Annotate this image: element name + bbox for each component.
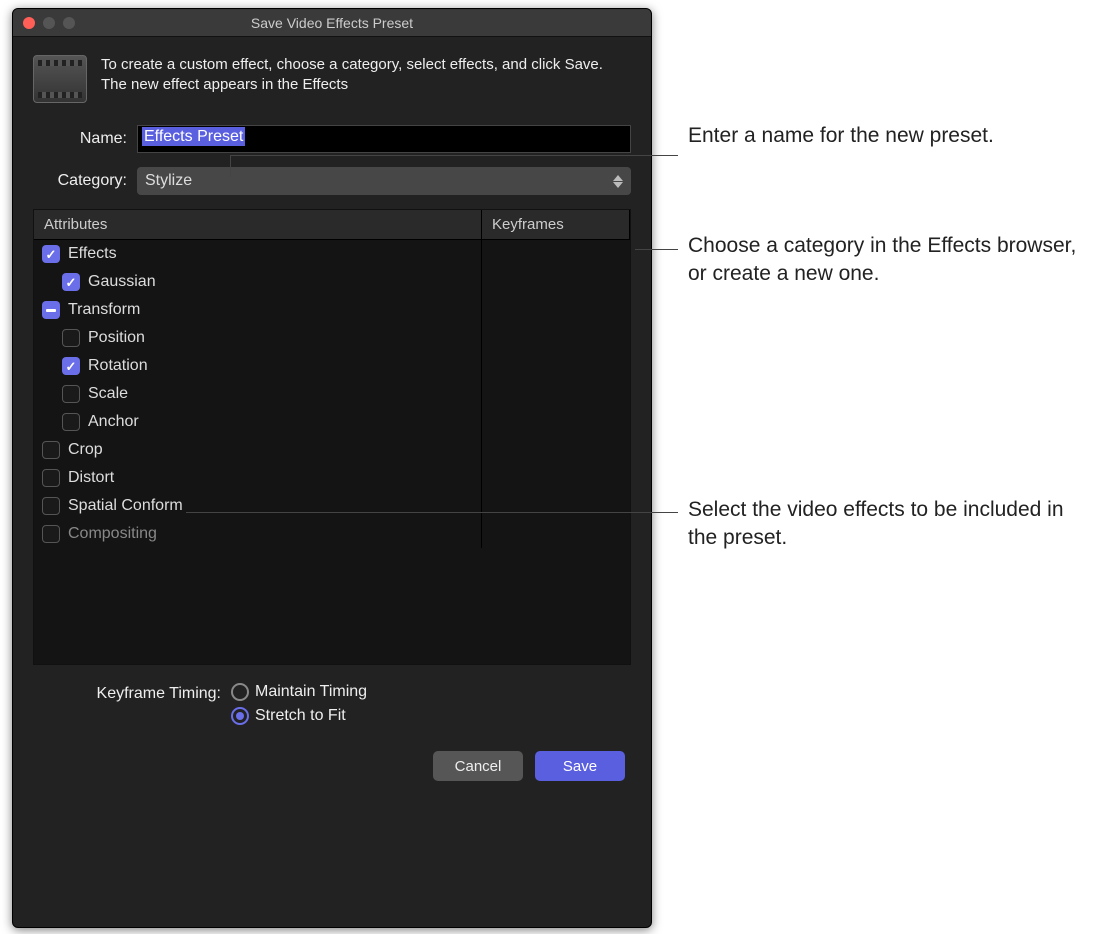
checkbox-position[interactable]	[62, 329, 80, 347]
checkbox-spatial-conform[interactable]	[42, 497, 60, 515]
attributes-table: Attributes Keyframes Effects Gaussian Tr…	[33, 209, 631, 665]
col-attributes: Attributes	[34, 210, 482, 239]
filmstrip-icon	[33, 55, 87, 103]
save-preset-dialog: Save Video Effects Preset To create a cu…	[12, 8, 652, 928]
callout-category: Choose a category in the Effects browser…	[688, 232, 1078, 289]
row-transform[interactable]: Transform	[34, 296, 482, 324]
window-controls	[13, 17, 75, 29]
name-input-value: Effects Preset	[142, 127, 245, 146]
checkbox-transform[interactable]	[42, 301, 60, 319]
dialog-title: Save Video Effects Preset	[13, 15, 651, 31]
row-gaussian[interactable]: Gaussian	[34, 268, 482, 296]
row-rotation[interactable]: Rotation	[34, 352, 482, 380]
row-anchor[interactable]: Anchor	[34, 408, 482, 436]
radio-maintain-timing[interactable]: Maintain Timing	[231, 683, 367, 701]
name-input[interactable]: Effects Preset	[137, 125, 631, 153]
keyframe-timing-label: Keyframe Timing:	[33, 683, 221, 725]
chevron-up-down-icon	[613, 175, 623, 188]
callout-line	[230, 155, 678, 156]
callout-line	[186, 512, 678, 513]
category-label: Category:	[33, 172, 137, 190]
save-button[interactable]: Save	[535, 751, 625, 781]
category-value: Stylize	[145, 172, 192, 190]
checkbox-effects[interactable]	[42, 245, 60, 263]
row-crop[interactable]: Crop	[34, 436, 482, 464]
name-label: Name:	[33, 130, 137, 148]
row-scale[interactable]: Scale	[34, 380, 482, 408]
checkbox-compositing[interactable]	[42, 525, 60, 543]
row-position[interactable]: Position	[34, 324, 482, 352]
row-spatial-conform[interactable]: Spatial Conform	[34, 492, 482, 520]
checkbox-anchor[interactable]	[62, 413, 80, 431]
intro-text: To create a custom effect, choose a cate…	[101, 55, 631, 103]
checkbox-gaussian[interactable]	[62, 273, 80, 291]
radio-icon-on	[231, 707, 249, 725]
zoom-icon	[63, 17, 75, 29]
checkbox-rotation[interactable]	[62, 357, 80, 375]
col-keyframes: Keyframes	[482, 210, 630, 239]
row-distort[interactable]: Distort	[34, 464, 482, 492]
callout-name: Enter a name for the new preset.	[688, 122, 1078, 150]
callout-select-effects: Select the video effects to be included …	[688, 496, 1078, 553]
checkbox-distort[interactable]	[42, 469, 60, 487]
minimize-icon	[43, 17, 55, 29]
radio-stretch-to-fit[interactable]: Stretch to Fit	[231, 707, 367, 725]
checkbox-crop[interactable]	[42, 441, 60, 459]
callout-line	[230, 155, 231, 177]
category-select[interactable]: Stylize	[137, 167, 631, 195]
checkbox-scale[interactable]	[62, 385, 80, 403]
titlebar: Save Video Effects Preset	[13, 9, 651, 37]
row-compositing[interactable]: Compositing	[34, 520, 482, 548]
callout-line	[635, 249, 678, 250]
radio-icon-off	[231, 683, 249, 701]
cancel-button[interactable]: Cancel	[433, 751, 523, 781]
close-icon[interactable]	[23, 17, 35, 29]
row-effects[interactable]: Effects	[34, 240, 482, 268]
